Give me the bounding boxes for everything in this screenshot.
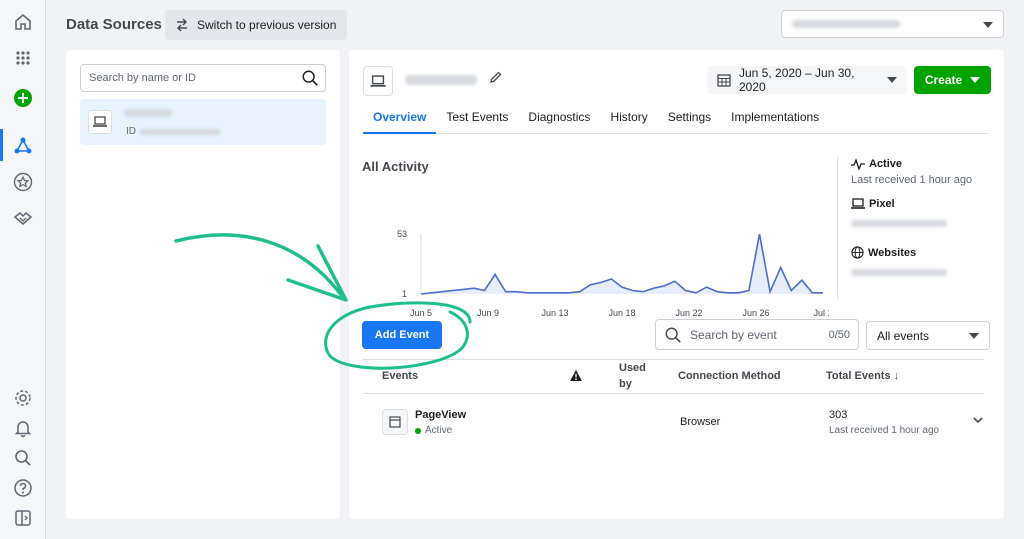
pixel-tabs: Overview Test Events Diagnostics History… <box>363 106 988 134</box>
tab-history[interactable]: History <box>600 106 657 134</box>
col-events[interactable]: Events <box>382 370 418 382</box>
create-label: Create <box>924 73 963 87</box>
collapse-panel-icon[interactable] <box>11 506 35 530</box>
chevron-down-icon <box>969 332 979 339</box>
x-tick-label: Jul 1 <box>813 308 829 318</box>
swap-arrows-icon <box>177 18 187 32</box>
website-url-redacted <box>851 269 947 276</box>
active-status-row: Active <box>851 158 991 170</box>
col-total-events[interactable]: Total Events ↓ <box>826 370 899 382</box>
pixel-id-redacted <box>140 128 220 135</box>
partner-handshake-icon[interactable] <box>11 206 35 230</box>
activity-pulse-icon <box>851 158 865 170</box>
x-tick-label: Jun 13 <box>541 308 568 318</box>
x-tick-label: Jun 9 <box>477 308 499 318</box>
chevron-down-icon[interactable] <box>973 417 983 424</box>
websites-label: Websites <box>868 246 917 259</box>
laptop-icon <box>851 198 865 209</box>
rail-active-indicator <box>0 129 3 161</box>
laptop-icon <box>363 66 393 96</box>
tab-test-events[interactable]: Test Events <box>436 106 518 134</box>
search-icon[interactable] <box>11 446 35 470</box>
chevron-down-icon <box>983 22 993 28</box>
settings-gear-icon[interactable] <box>11 386 35 410</box>
active-status-dot <box>415 427 421 434</box>
pixel-id-label: ID <box>126 126 136 137</box>
tab-overview[interactable]: Overview <box>363 106 437 134</box>
add-event-button[interactable]: Add Event <box>362 321 442 349</box>
warning-icon <box>570 370 582 381</box>
x-tick-label: Jun 26 <box>742 308 769 318</box>
globe-icon <box>851 246 864 259</box>
search-placeholder: Search by name or ID <box>89 72 196 84</box>
notifications-bell-icon[interactable] <box>11 416 35 440</box>
events-manager-icon[interactable] <box>11 134 35 158</box>
x-tick-label: Jun 5 <box>410 308 432 318</box>
pixel-row: Pixel <box>851 198 991 210</box>
switch-version-button[interactable]: Switch to previous version <box>165 10 347 40</box>
page-title: Data Sources <box>66 16 162 33</box>
event-total: 303 <box>829 409 848 421</box>
switch-version-label: Switch to previous version <box>197 18 337 32</box>
date-range-label: Jun 5, 2020 – Jun 30, 2020 <box>739 66 855 94</box>
event-name: PageView <box>415 409 467 421</box>
pixel-list-item[interactable]: ID <box>80 99 326 145</box>
tab-implementations[interactable]: Implementations <box>721 106 829 134</box>
pixel-id-row: ID <box>126 126 220 137</box>
laptop-icon <box>88 110 112 134</box>
calendar-icon <box>717 74 731 87</box>
pixel-name-redacted <box>124 109 172 117</box>
grid-menu-icon[interactable] <box>11 46 35 70</box>
event-status-label: Active <box>425 425 453 436</box>
date-range-picker[interactable]: Jun 5, 2020 – Jun 30, 2020 <box>707 66 907 94</box>
y-tick-label: 1 <box>402 289 407 299</box>
col-used-by-line1: Used <box>619 362 646 374</box>
pixel-label: Pixel <box>869 198 895 210</box>
event-status: Active <box>415 425 452 436</box>
left-rail <box>0 0 46 539</box>
activity-line-chart: 53 1Jun 5 Jun 9 Jun 13 Jun 18 Jun 22 Jun 26 Jul… <box>397 229 829 318</box>
last-received-text: Last received 1 hour ago <box>851 174 973 186</box>
col-used-by-line2: by <box>619 378 632 390</box>
star-icon[interactable] <box>11 170 35 194</box>
vertical-divider <box>837 157 838 299</box>
event-search-count: 0/50 <box>828 328 850 341</box>
pixel-detail-panel: Jun 5, 2020 – Jun 30, 2020 Create Overvi… <box>349 50 1004 519</box>
event-search-placeholder: Search by event <box>690 327 777 342</box>
x-tick-label: Jun 18 <box>608 308 635 318</box>
pixel-id-redacted <box>851 220 947 227</box>
pixel-status-summary: Active Last received 1 hour ago Pixel We… <box>851 158 991 279</box>
data-source-search-input[interactable]: Search by name or ID <box>80 64 326 92</box>
browser-window-icon <box>382 409 408 435</box>
edit-pencil-icon[interactable] <box>489 70 503 84</box>
chevron-down-icon <box>887 77 897 83</box>
event-connection-method: Browser <box>680 416 721 428</box>
tab-settings[interactable]: Settings <box>658 106 721 134</box>
event-filter-value: All events <box>877 328 930 343</box>
y-tick-label: 53 <box>397 229 407 239</box>
table-row[interactable]: PageView Active Browser 303 Last receive… <box>363 395 984 449</box>
event-search-input[interactable]: Search by event 0/50 <box>655 319 859 350</box>
chevron-down-icon <box>970 77 981 83</box>
active-label: Active <box>869 158 903 170</box>
home-icon[interactable] <box>11 10 35 34</box>
search-icon <box>302 70 318 86</box>
pixel-title-redacted <box>405 75 477 85</box>
event-filter-dropdown[interactable]: All events <box>866 321 990 350</box>
x-tick-label: Jun 22 <box>675 308 702 318</box>
events-table-header: Events Used by Connection Method Total E… <box>363 359 984 394</box>
account-selector[interactable] <box>781 10 1004 38</box>
account-name-redacted <box>792 20 900 28</box>
series-area <box>421 234 823 294</box>
create-button[interactable]: Create <box>914 66 991 94</box>
search-icon <box>665 327 681 343</box>
tab-diagnostics[interactable]: Diagnostics <box>518 106 600 134</box>
col-connection-method: Connection Method <box>678 370 781 382</box>
event-last-received: Last received 1 hour ago <box>829 425 940 436</box>
data-sources-list-panel: Search by name or ID ID <box>66 50 340 519</box>
websites-row: Websites <box>851 246 991 259</box>
help-icon[interactable] <box>11 476 35 500</box>
add-circle-icon[interactable] <box>11 86 35 110</box>
